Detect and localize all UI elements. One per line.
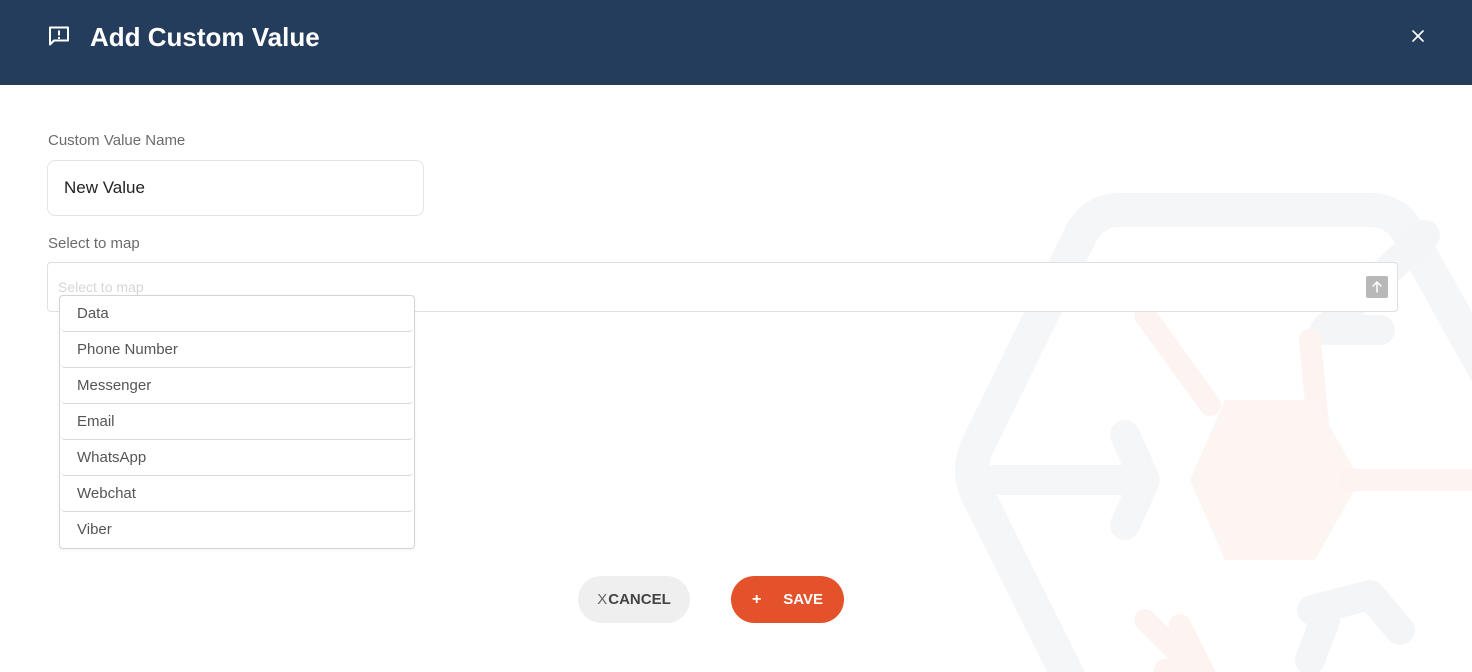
custom-value-name-label: Custom Value Name	[48, 132, 186, 149]
cancel-label: CANCEL	[608, 591, 671, 608]
close-icon[interactable]	[1406, 24, 1430, 48]
cancel-x-icon: X	[597, 591, 608, 608]
option-viber[interactable]: Viber	[61, 512, 413, 548]
dialog-title: Add Custom Value	[90, 22, 320, 52]
map-options-list: Data Phone Number Messenger Email WhatsA…	[59, 295, 415, 549]
custom-value-name-input[interactable]	[47, 160, 424, 216]
option-data[interactable]: Data	[61, 296, 413, 332]
option-messenger[interactable]: Messenger	[61, 368, 413, 404]
select-to-map-label: Select to map	[48, 235, 140, 252]
cancel-button[interactable]: X CANCEL	[578, 576, 690, 623]
plus-icon: +	[751, 590, 762, 608]
save-label: SAVE	[783, 591, 824, 608]
save-button[interactable]: + SAVE	[731, 576, 844, 623]
option-email[interactable]: Email	[61, 404, 413, 440]
add-custom-value-dialog: Add Custom Value Custom Value Name Selec…	[0, 0, 1472, 672]
arrow-up-icon[interactable]	[1366, 276, 1388, 298]
report-feedback-icon	[48, 26, 70, 46]
option-whatsapp[interactable]: WhatsApp	[61, 440, 413, 476]
option-webchat[interactable]: Webchat	[61, 476, 413, 512]
dialog-header: Add Custom Value	[0, 0, 1472, 85]
select-to-map-placeholder: Select to map	[58, 279, 144, 295]
option-phone-number[interactable]: Phone Number	[61, 332, 413, 368]
